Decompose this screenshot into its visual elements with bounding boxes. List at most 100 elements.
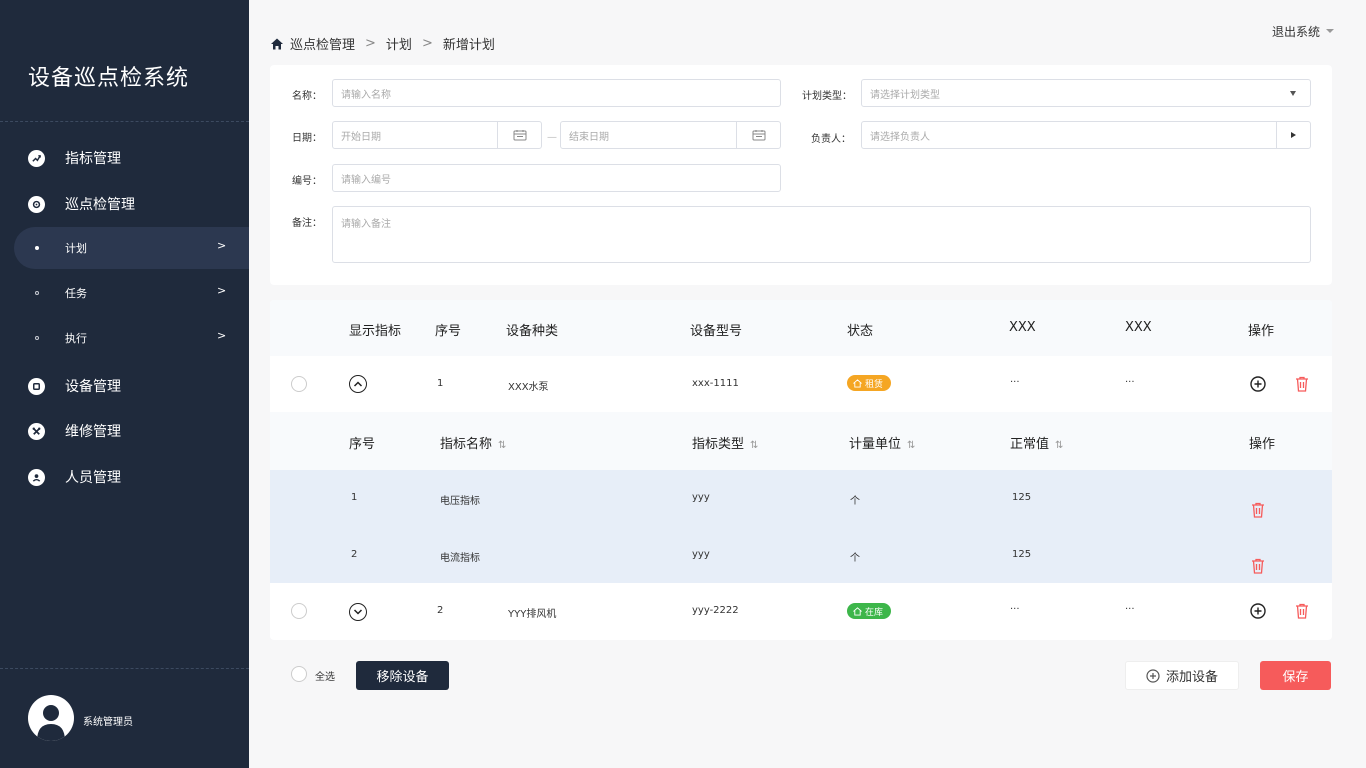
owner-select[interactable]: 请选择负责人 (861, 121, 1311, 149)
sort-icon: ⇅ (498, 440, 506, 451)
sidebar-divider (0, 668, 249, 669)
avatar[interactable] (28, 695, 74, 741)
plan-type-select[interactable]: 请选择计划类型 (861, 79, 1311, 107)
remove-device-button[interactable]: 移除设备 (356, 661, 449, 690)
sidebar-item-label: 人员管理 (65, 470, 121, 486)
sidebar-item-inspection[interactable]: 巡点检管理 (0, 182, 249, 226)
code-input[interactable]: 请输入编号 (332, 164, 781, 192)
trash-icon[interactable] (1251, 502, 1265, 518)
name-label: 名称： (292, 91, 322, 102)
column-header: 序号 (435, 324, 462, 339)
cell-xxx: ··· (1010, 377, 1020, 388)
start-date-placeholder: 开始日期 (341, 131, 381, 143)
device-icon (28, 377, 45, 395)
app-title: 设备巡点检系统 (28, 66, 190, 91)
column-header-label: 正常值 (1010, 437, 1050, 452)
calendar-icon[interactable] (497, 122, 541, 148)
sidebar-item-metrics[interactable]: 指标管理 (0, 136, 249, 180)
sidebar-item-repair[interactable]: 维修管理 (0, 409, 249, 453)
breadcrumb-item[interactable]: 巡点检管理 (290, 34, 355, 53)
sidebar-divider (0, 121, 249, 122)
device-kind: YYY排风机 (508, 609, 557, 620)
column-header[interactable]: 正常值 ⇅ (1010, 433, 1063, 452)
chevron-down-icon[interactable] (349, 603, 367, 621)
add-circle-icon[interactable] (1250, 376, 1266, 392)
status-badge: 在库 (847, 603, 892, 619)
add-circle-icon[interactable] (1250, 603, 1266, 619)
metric-normal: 125 (1012, 549, 1032, 560)
calendar-icon[interactable] (736, 122, 780, 148)
metric-unit: 个 (850, 496, 860, 507)
sidebar-item-devices[interactable]: 设备管理 (0, 364, 249, 408)
status-badge: 租赁 (847, 375, 892, 391)
device-table: 显示指标 序号 设备种类 设备型号 状态 XXX XXX 操作 1 XXX水泵 … (270, 300, 1332, 640)
end-date-placeholder: 结束日期 (569, 131, 609, 143)
sort-icon: ⇅ (1055, 440, 1063, 451)
add-device-button[interactable]: 添加设备 (1125, 661, 1239, 690)
chevron-down-icon (1290, 91, 1296, 96)
column-header: 设备种类 (506, 324, 559, 339)
sidebar-item-staff[interactable]: 人员管理 (0, 455, 249, 499)
trash-icon[interactable] (1251, 558, 1265, 574)
status-text: 在库 (865, 607, 884, 618)
table-header: 显示指标 序号 设备种类 设备型号 状态 XXX XXX 操作 (270, 300, 1332, 356)
sidebar-subitem-plan[interactable]: 计划 > (14, 227, 249, 269)
target-icon (28, 195, 45, 213)
name-input[interactable]: 请输入名称 (332, 79, 781, 107)
select-all-label[interactable]: 全选 (315, 668, 335, 683)
chevron-down-icon[interactable] (1326, 29, 1334, 33)
end-date-input[interactable]: 结束日期 (560, 121, 781, 149)
column-header: 显示指标 (349, 324, 402, 339)
date-range-separator: — (547, 132, 557, 143)
add-circle-icon (1146, 668, 1160, 683)
logout-menu[interactable]: 退出系统 (1272, 23, 1320, 40)
trend-icon (28, 149, 45, 167)
column-header[interactable]: 指标名称 ⇅ (440, 433, 506, 452)
sidebar-item-label: 设备管理 (65, 379, 121, 395)
chevron-right-icon: > (217, 239, 227, 252)
sidebar-subitem-execute[interactable]: 执行 > (14, 317, 249, 359)
sidebar-subitem-label: 任务 (65, 287, 87, 300)
row-no: 2 (437, 605, 444, 616)
sidebar-item-label: 巡点检管理 (65, 197, 135, 213)
metric-normal: 125 (1012, 492, 1032, 503)
breadcrumb: 巡点检管理 > 计划 > 新增计划 (270, 34, 495, 53)
chevron-up-icon[interactable] (349, 375, 367, 393)
chevron-right-icon[interactable] (1276, 122, 1310, 148)
column-header: 设备型号 (690, 324, 743, 339)
sidebar-item-label: 维修管理 (65, 424, 121, 440)
trash-icon[interactable] (1295, 376, 1309, 392)
chevron-right-icon: > (217, 329, 227, 342)
sidebar-subitem-label: 执行 (65, 332, 87, 345)
row-radio[interactable] (291, 376, 307, 392)
column-header: XXX (1009, 320, 1036, 335)
metric-no: 1 (351, 492, 358, 503)
metric-name: 电压指标 (440, 496, 480, 507)
sidebar-item-label: 指标管理 (65, 151, 121, 167)
plan-type-placeholder: 请选择计划类型 (870, 89, 940, 101)
code-label: 编号： (292, 176, 322, 187)
sidebar: 设备巡点检系统 指标管理 巡点检管理 计划 > 任务 > 执行 > 设备管理 维… (0, 0, 249, 768)
metric-unit: 个 (850, 553, 860, 564)
column-header-label: 计量单位 (849, 437, 902, 452)
column-header: 操作 (1249, 437, 1276, 452)
add-device-label: 添加设备 (1165, 670, 1218, 685)
note-textarea[interactable]: 请输入备注 (332, 206, 1311, 263)
trash-icon[interactable] (1295, 603, 1309, 619)
metrics-subtable-header: 序号 指标名称 ⇅ 指标类型 ⇅ 计量单位 ⇅ 正常值 ⇅ 操作 (270, 412, 1332, 470)
column-header[interactable]: 指标类型 ⇅ (692, 433, 758, 452)
row-no: 1 (437, 378, 444, 389)
device-kind: XXX水泵 (508, 382, 549, 393)
wrench-icon (28, 422, 45, 440)
start-date-input[interactable]: 开始日期 (332, 121, 542, 149)
breadcrumb-item[interactable]: 计划 (386, 34, 412, 53)
column-header[interactable]: 计量单位 ⇅ (849, 433, 915, 452)
cell-xxx: ··· (1125, 377, 1135, 388)
breadcrumb-separator: > (365, 36, 376, 51)
row-radio[interactable] (291, 603, 307, 619)
save-button[interactable]: 保存 (1260, 661, 1331, 690)
sidebar-subitem-label: 计划 (65, 242, 87, 255)
owner-label: 负责人： (811, 134, 851, 145)
sidebar-subitem-task[interactable]: 任务 > (14, 272, 249, 314)
select-all-radio[interactable] (291, 666, 307, 682)
